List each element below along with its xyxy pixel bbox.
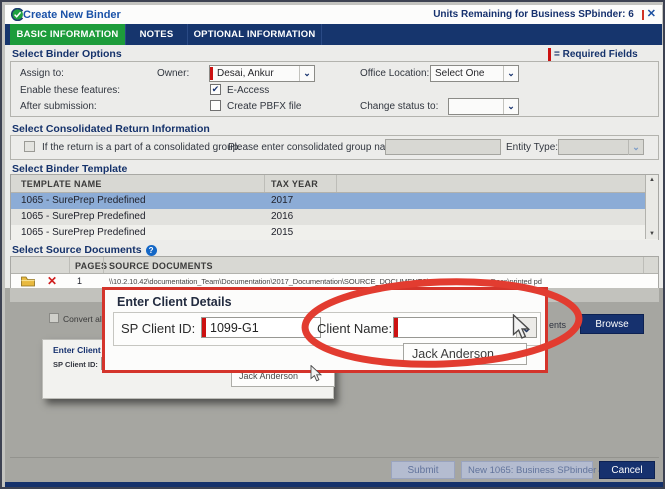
chevron-down-icon: ⌄ <box>503 99 518 114</box>
chevron-down-icon: ⌄ <box>299 66 314 81</box>
sp-client-id-input[interactable] <box>201 317 321 338</box>
consolidated-checkbox-label: If the return is a part of a consolidate… <box>42 142 242 153</box>
client-name-option[interactable]: Jack Anderson <box>403 343 527 365</box>
scroll-down-icon[interactable]: ▼ <box>646 231 658 237</box>
col-divider <box>643 257 644 273</box>
chevron-down-icon: ⌄ <box>628 139 643 155</box>
template-table-header: TEMPLATE NAME TAX YEAR <box>11 175 658 193</box>
change-status-select[interactable]: ⌄ <box>448 98 519 115</box>
eaccess-label: E-Access <box>227 85 270 96</box>
template-name: 1065 - SurePrep Predefined <box>21 211 146 222</box>
window-title: Create New Binder <box>23 8 121 21</box>
pbfx-label: Create PBFX file <box>227 101 302 112</box>
pages-value: 1 <box>77 276 83 286</box>
change-status-label: Change status to: <box>360 101 439 112</box>
consolidated-heading: Select Consolidated Return Information <box>12 123 210 135</box>
owner-value: Desai, Ankur <box>217 68 274 79</box>
title-bar: Create New Binder Units Remaining for Bu… <box>5 5 662 24</box>
browse-button[interactable]: Browse <box>580 314 644 334</box>
create-new-binder-window: Create New Binder Units Remaining for Bu… <box>0 0 665 489</box>
entity-type-label: Entity Type: <box>506 142 559 153</box>
required-fields-legend: = Required Fields <box>548 48 638 61</box>
check-icon: ✔ <box>211 84 220 94</box>
callout-title: Enter Client Details <box>117 295 232 309</box>
col-divider <box>336 175 337 192</box>
binder-options-heading: Select Binder Options <box>12 48 122 60</box>
consolidated-checkbox[interactable] <box>24 141 35 152</box>
app-check-icon <box>11 8 24 21</box>
delete-document-icon[interactable]: ✕ <box>47 274 57 288</box>
close-button[interactable]: ✕ <box>641 8 656 20</box>
documents-label-fragment: ents <box>549 320 567 330</box>
folder-icon[interactable] <box>21 276 35 287</box>
template-row[interactable]: 1065 - SurePrep Predefined 2015 <box>11 225 658 240</box>
col-source-documents[interactable]: SOURCE DOCUMENTS <box>109 261 213 271</box>
col-divider <box>264 175 265 192</box>
template-table-scrollbar[interactable]: ▲ ▼ <box>645 175 658 239</box>
assign-to-label: Assign to: <box>20 68 64 79</box>
after-submission-label: After submission: <box>20 101 97 112</box>
close-icon: ✕ <box>646 8 656 20</box>
owner-label: Owner: <box>157 68 190 79</box>
units-remaining-label: Units Remaining for Business SPbinder: 6 <box>433 9 634 20</box>
required-fields-label: = Required Fields <box>554 49 638 60</box>
binder-template-table: TEMPLATE NAME TAX YEAR 1065 - SurePrep P… <box>10 174 659 240</box>
col-divider <box>69 257 70 273</box>
cancel-button[interactable]: Cancel <box>599 461 655 479</box>
client-name-value[interactable] <box>398 318 516 337</box>
close-required-bar <box>641 9 644 20</box>
convert-checkbox[interactable] <box>49 313 59 323</box>
tax-year: 2017 <box>271 195 294 206</box>
binder-type-label: New 1065: Business SPbinder <box>468 464 597 476</box>
owner-select[interactable]: Desai, Ankur ⌄ <box>209 65 315 82</box>
help-icon[interactable]: ? <box>145 244 157 256</box>
client-name-label: Client Name: <box>317 321 393 336</box>
scroll-up-icon[interactable]: ▲ <box>646 177 658 183</box>
client-name-combobox[interactable]: ⌄ <box>393 317 537 338</box>
office-location-value: Select One <box>435 68 485 79</box>
template-name: 1065 - SurePrep Predefined <box>21 227 146 238</box>
source-docs-heading: Select Source Documents <box>12 244 142 256</box>
source-docs-header: PAGES SOURCE DOCUMENTS <box>11 257 658 274</box>
pbfx-checkbox[interactable] <box>210 100 221 111</box>
required-mark-icon <box>548 48 551 61</box>
tax-year: 2016 <box>271 211 294 222</box>
sp-client-id-value[interactable] <box>206 318 320 337</box>
office-location-select[interactable]: Select One ⌄ <box>430 65 519 82</box>
entity-type-select[interactable]: ⌄ <box>558 139 644 155</box>
col-tax-year[interactable]: TAX YEAR <box>271 179 318 189</box>
tab-bar: BASIC INFORMATION NOTES OPTIONAL INFORMA… <box>5 24 662 45</box>
template-row-selected[interactable]: 1065 - SurePrep Predefined 2017 <box>11 193 658 209</box>
source-doc-path: \\10.2.10.42\documentation_Team\Document… <box>109 277 542 286</box>
sp-client-id-label: SP Client ID: <box>121 321 196 336</box>
tab-notes[interactable]: NOTES <box>126 24 188 45</box>
binder-type-dropdown[interactable]: New 1065: Business SPbinder ⌄ <box>461 461 605 479</box>
source-docs-heading-row: Select Source Documents ? <box>12 244 157 256</box>
enable-features-label: Enable these features: <box>20 85 121 96</box>
office-location-label: Office Location: <box>360 68 430 79</box>
template-row[interactable]: 1065 - SurePrep Predefined 2016 <box>11 209 658 225</box>
group-name-input[interactable] <box>385 139 501 155</box>
submit-button[interactable]: Submit <box>391 461 455 479</box>
window-bottom-edge <box>5 482 663 487</box>
chevron-down-icon[interactable]: ⌄ <box>516 318 536 337</box>
footer-divider <box>10 457 659 458</box>
tax-year: 2015 <box>271 227 294 238</box>
tab-basic-information[interactable]: BASIC INFORMATION <box>10 24 126 45</box>
col-divider <box>103 257 104 273</box>
col-template-name[interactable]: TEMPLATE NAME <box>21 179 102 189</box>
template-name: 1065 - SurePrep Predefined <box>21 195 146 206</box>
chevron-down-icon: ⌄ <box>503 66 518 81</box>
eaccess-checkbox[interactable]: ✔ <box>210 84 221 95</box>
enter-client-details-callout: Enter Client Details SP Client ID: Clien… <box>102 287 548 373</box>
group-name-label: Please enter consolidated group name: <box>228 142 403 153</box>
sp-client-id-label: SP Client ID: <box>53 360 98 369</box>
convert-label-fragment: Convert al <box>63 314 102 324</box>
tab-optional-information[interactable]: OPTIONAL INFORMATION <box>188 24 322 45</box>
